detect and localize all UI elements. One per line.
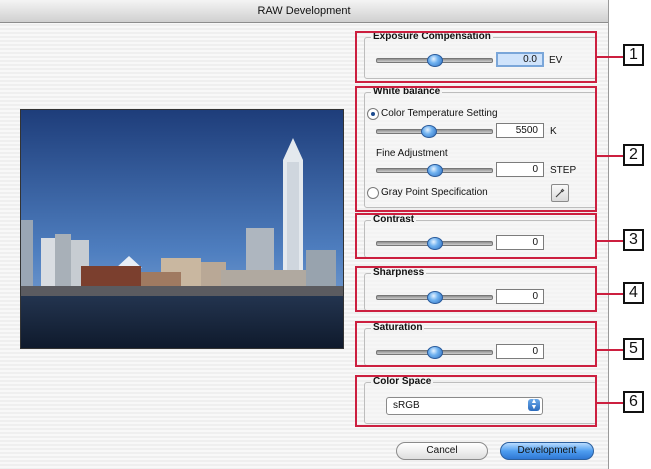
- callout-number-2: 2: [623, 144, 644, 166]
- development-button[interactable]: Development: [500, 442, 594, 460]
- leader-line-5: [597, 349, 623, 351]
- preview-image: [20, 109, 344, 349]
- leader-line-2: [597, 155, 623, 157]
- callout-number-5: 5: [623, 338, 644, 360]
- callout-box-2: [355, 86, 597, 212]
- cancel-button[interactable]: Cancel: [396, 442, 488, 460]
- callout-number-1: 1: [623, 44, 644, 66]
- callout-box-3: [355, 213, 597, 259]
- leader-line-4: [597, 293, 623, 295]
- callout-number-6: 6: [623, 391, 644, 413]
- leader-line-6: [597, 402, 623, 404]
- callout-box-4: [355, 266, 597, 312]
- callout-box-1: [355, 31, 597, 83]
- callout-box-6: [355, 375, 597, 427]
- leader-line-3: [597, 240, 623, 242]
- callout-number-3: 3: [623, 229, 644, 251]
- leader-line-1: [597, 56, 623, 58]
- callout-box-5: [355, 321, 597, 367]
- window-title: RAW Development: [0, 0, 608, 23]
- callout-number-4: 4: [623, 282, 644, 304]
